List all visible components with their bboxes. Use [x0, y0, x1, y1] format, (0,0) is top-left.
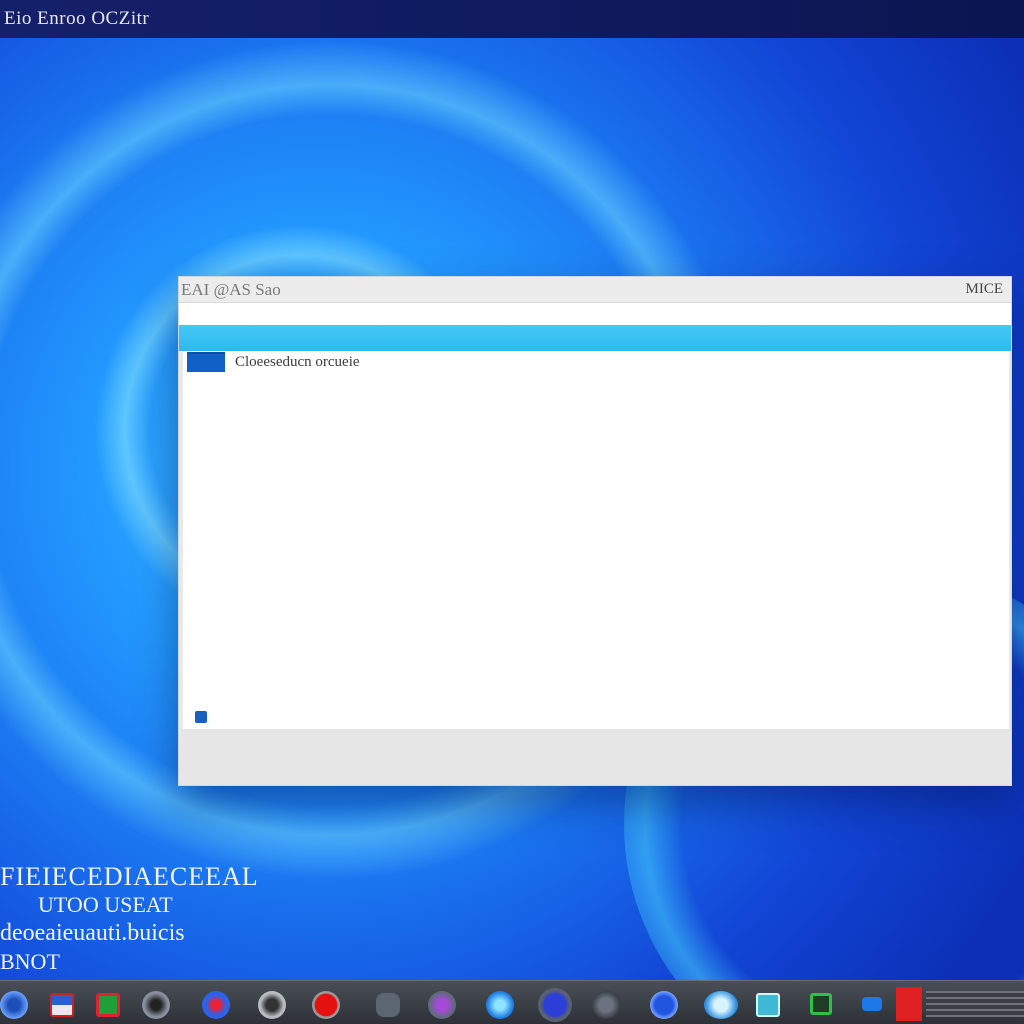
status-square-icon[interactable]	[195, 711, 207, 723]
app-icon[interactable]	[202, 991, 230, 1019]
taskbar	[0, 980, 1024, 1024]
app-icon[interactable]	[428, 991, 456, 1019]
app-icon[interactable]	[810, 993, 832, 1015]
window-content: Cloeeseducn orcueie	[183, 351, 1009, 731]
system-tray[interactable]	[896, 987, 1024, 1023]
app-icon[interactable]	[756, 993, 780, 1017]
address-bar[interactable]	[179, 303, 1011, 325]
desktop-text-block: FIEIECEDIAECEEAL UTOO USEAT deoeaieuauti…	[0, 862, 259, 976]
desktop-text-line: deoeaieuauti.buicis	[0, 920, 185, 946]
list-item[interactable]: Cloeeseducn orcueie	[187, 351, 360, 373]
window-controls[interactable]: MICE	[966, 281, 1004, 298]
ribbon-bar[interactable]	[179, 325, 1011, 351]
app-icon[interactable]	[258, 991, 286, 1019]
app-icon[interactable]	[376, 993, 400, 1017]
window-titlebar[interactable]: EAI @AS Sao MICE	[179, 277, 1011, 303]
app-icon[interactable]	[142, 991, 170, 1019]
desktop-text-line: BNOT	[0, 949, 60, 974]
folder-icon	[187, 352, 225, 372]
app-icon[interactable]	[862, 997, 882, 1011]
desktop-text-line: FIEIECEDIAECEEAL	[0, 862, 259, 891]
top-bar-title: Eio Enroo OCZitr	[4, 8, 150, 29]
app-icon[interactable]	[96, 993, 120, 1017]
app-icon[interactable]	[50, 993, 74, 1017]
app-window[interactable]: EAI @AS Sao MICE Cloeeseducn orcueie	[178, 276, 1012, 786]
desktop-text-line: UTOO USEAT	[38, 892, 173, 917]
list-item-label: Cloeeseducn orcueie	[235, 353, 360, 370]
app-icon[interactable]	[538, 988, 572, 1022]
app-icon[interactable]	[650, 991, 678, 1019]
window-footer	[179, 729, 1011, 785]
tray-clock-area[interactable]	[926, 991, 1024, 1017]
window-title: EAI @AS Sao	[181, 279, 281, 299]
app-icon[interactable]	[486, 991, 514, 1019]
app-icon[interactable]	[312, 991, 340, 1019]
top-bar: Eio Enroo OCZitr	[0, 0, 1024, 38]
notification-icon[interactable]	[896, 987, 922, 1021]
app-icon[interactable]	[704, 991, 738, 1019]
start-icon[interactable]	[0, 991, 28, 1019]
app-icon[interactable]	[592, 991, 620, 1019]
